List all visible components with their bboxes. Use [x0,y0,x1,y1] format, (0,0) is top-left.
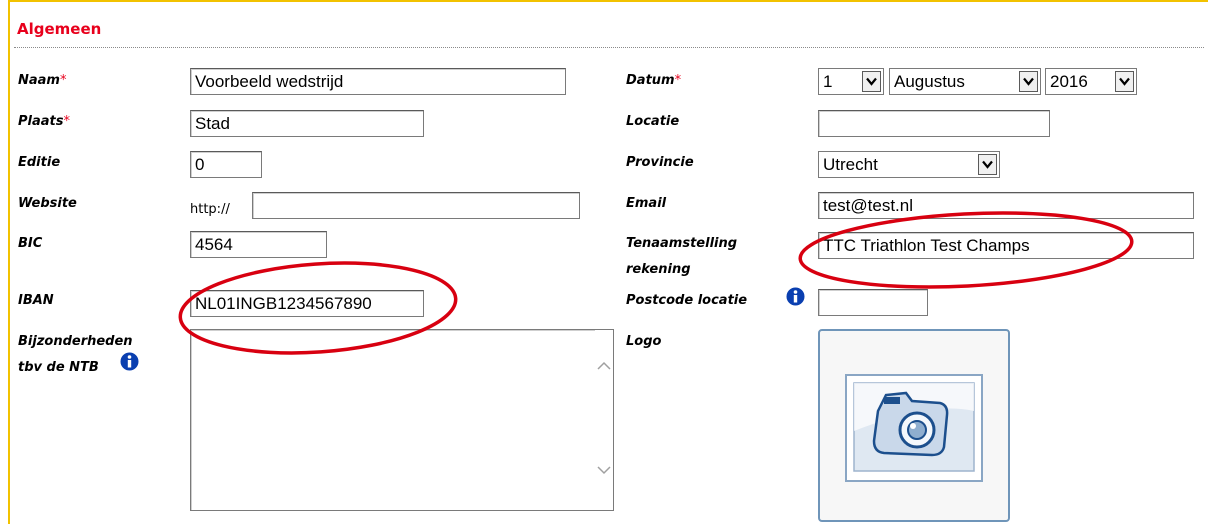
editie-input[interactable]: 0 [190,151,262,178]
tenaamstelling-annotation-ellipse [798,211,1134,289]
postcode-label: Postcode locatie [626,293,748,308]
tenaamstelling-label-line2: rekening [626,262,691,277]
iban-label: IBAN [18,293,54,308]
year-select-value: 2016 [1050,72,1088,91]
bic-label: BIC [18,236,43,251]
plaats-input[interactable]: Stad [190,110,424,137]
website-input[interactable] [252,192,580,219]
iban-annotation-ellipse [178,261,458,355]
tenaamstelling-label: Tenaamstelling rekening [626,231,737,283]
datum-label: Datum* [626,73,682,88]
day-select-value: 1 [823,72,833,91]
provincie-select[interactable]: Utrecht [818,151,1000,178]
website-label: Website [18,196,77,211]
bijzonderheden-label-line2: tbv de NTB [18,360,99,375]
naam-input[interactable]: Voorbeeld wedstrijd [190,68,566,95]
logo-upload-button[interactable] [818,329,1010,522]
logo-label: Logo [626,334,662,349]
naam-label: Naam* [18,73,67,88]
provincie-select-value: Utrecht [823,155,878,174]
required-marker: * [674,73,682,88]
scroll-up-icon[interactable] [596,360,612,372]
bijzonderheden-label: Bijzonderheden tbv de NTB [18,329,139,381]
section-title: Algemeen [17,20,102,38]
day-select[interactable]: 1 [818,68,884,95]
plaats-label: Plaats* [18,114,70,129]
website-prefix: http:// [190,202,230,217]
month-select[interactable]: Augustus [889,68,1041,95]
required-marker: * [63,114,70,129]
email-label: Email [626,196,667,211]
year-select[interactable]: 2016 [1045,68,1137,95]
camera-icon [845,374,983,482]
chevron-down-icon[interactable] [1115,71,1134,92]
chevron-down-icon[interactable] [978,154,997,175]
locatie-input[interactable] [818,110,1050,137]
chevron-down-icon[interactable] [1019,71,1038,92]
textarea-scrollbar[interactable] [595,330,613,510]
provincie-label: Provincie [626,155,694,170]
bijzonderheden-label-line1: Bijzonderheden [18,334,133,349]
locatie-label: Locatie [626,114,680,129]
bijzonderheden-label-line2-wrap: tbv de NTB [18,352,139,381]
scroll-down-icon[interactable] [596,464,612,476]
tenaamstelling-label-line1: Tenaamstelling [626,236,738,251]
chevron-down-icon[interactable] [862,71,881,92]
info-icon[interactable] [120,352,139,371]
required-marker: * [59,73,67,88]
editie-label: Editie [18,155,61,170]
month-select-value: Augustus [894,72,965,91]
section-divider [14,47,1204,48]
